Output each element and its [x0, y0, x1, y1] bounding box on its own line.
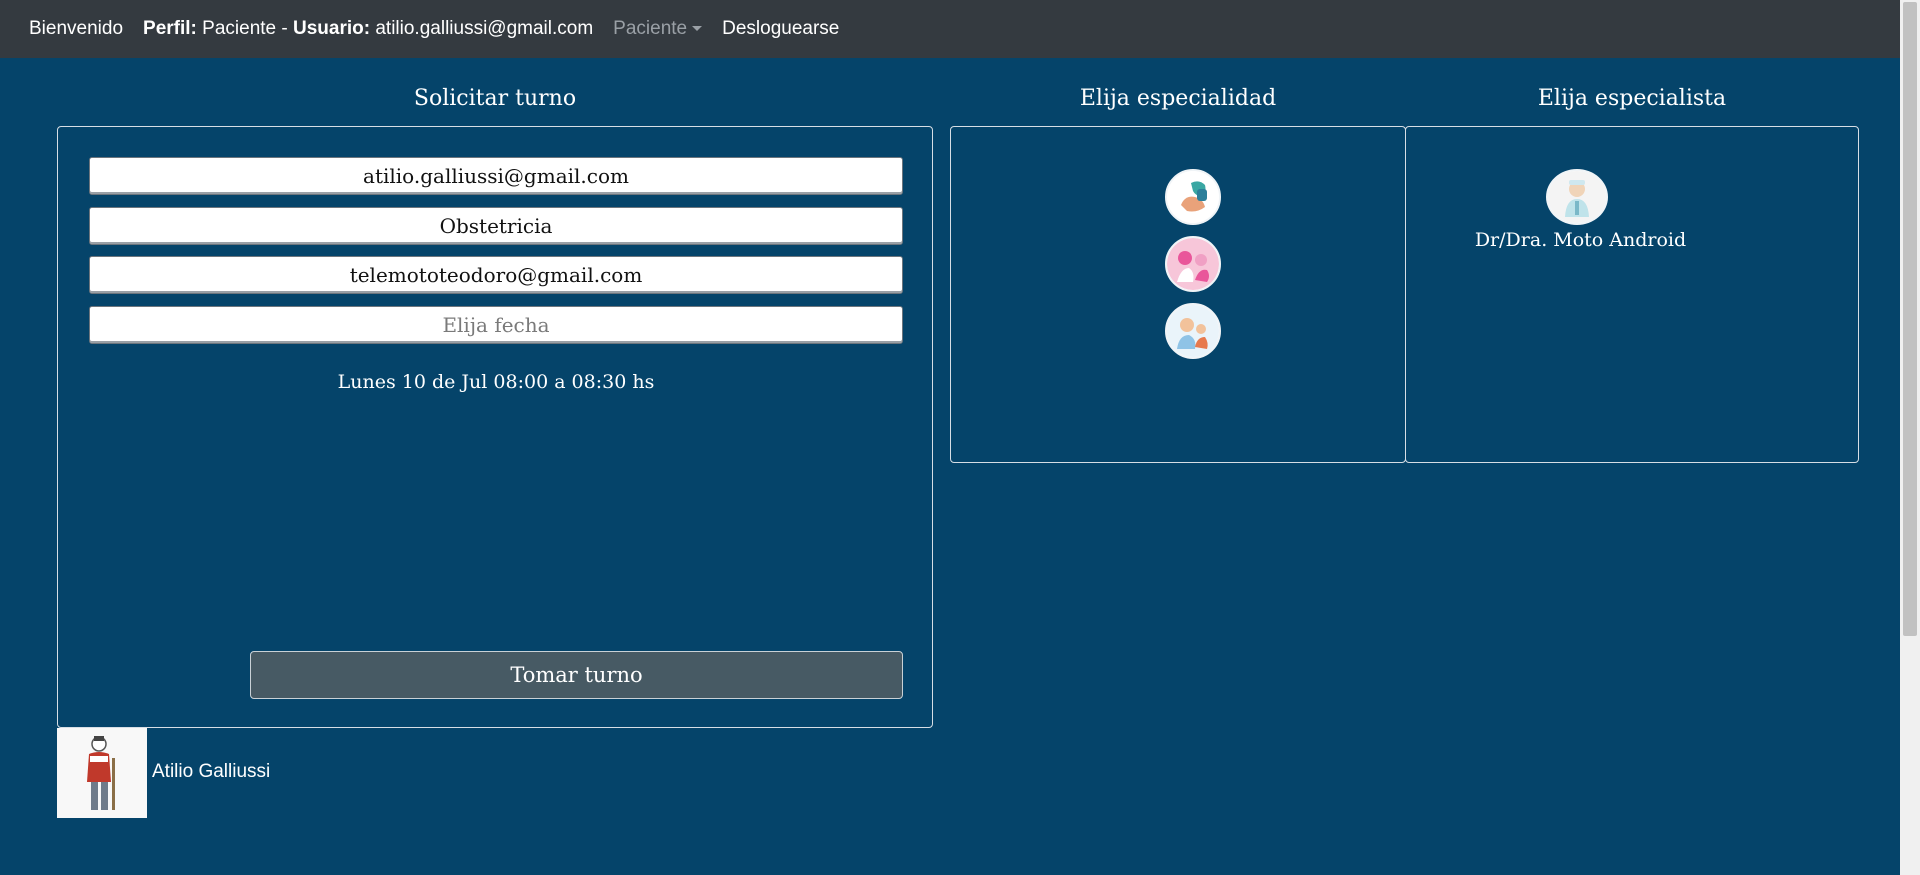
user-avatar-icon: [57, 728, 147, 818]
request-title: Solicitar turno: [413, 86, 577, 111]
user-display-name: Atilio Galliussi: [152, 761, 271, 782]
specialist-title: Elija especialista: [1537, 86, 1727, 111]
top-navbar: Bienvenido Perfil: Paciente - Usuario: a…: [0, 0, 1900, 58]
specialist-name[interactable]: Dr/Dra. Moto Android: [1406, 229, 1755, 251]
specialist-panel: Dr/Dra. Moto Android: [1405, 126, 1859, 463]
specialty-field[interactable]: Obstetricia: [89, 207, 903, 245]
request-appointment-button[interactable]: Tomar turno: [250, 651, 903, 699]
specialist-email-field[interactable]: telemototeodoro@gmail.com: [89, 256, 903, 294]
page-scrollbar[interactable]: [1900, 0, 1920, 875]
profile-label: Perfil:: [143, 18, 197, 39]
patient-email-field[interactable]: atilio.galliussi@gmail.com: [89, 157, 903, 195]
date-field[interactable]: Elija fecha: [89, 306, 903, 344]
scrollbar-thumb[interactable]: [1903, 2, 1917, 636]
specialty-pediatrics-icon[interactable]: [1165, 303, 1221, 359]
specialty-dentistry-icon[interactable]: [1165, 169, 1221, 225]
nav-user-info: Perfil: Paciente - Usuario: atilio.galli…: [143, 18, 593, 40]
user-label: Usuario:: [293, 18, 371, 39]
nav-welcome-link[interactable]: Bienvenido: [29, 18, 123, 40]
caret-down-icon: [692, 26, 703, 31]
selected-time-slot[interactable]: Lunes 10 de Jul 08:00 a 08:30 hs: [58, 371, 934, 393]
specialty-panel: [950, 126, 1406, 463]
patient-dropdown[interactable]: Paciente: [613, 18, 703, 40]
specialty-title: Elija especialidad: [1079, 86, 1277, 111]
specialty-obstetrics-icon[interactable]: [1165, 236, 1221, 292]
logout-link[interactable]: Desloguearse: [722, 18, 839, 40]
profile-value: Paciente -: [202, 18, 288, 39]
appointment-form: atilio.galliussi@gmail.com Obstetricia t…: [57, 126, 933, 728]
doctor-avatar-icon[interactable]: [1546, 169, 1608, 225]
patient-dropdown-label: Paciente: [613, 18, 688, 39]
user-email: atilio.galliussi@gmail.com: [375, 18, 594, 39]
